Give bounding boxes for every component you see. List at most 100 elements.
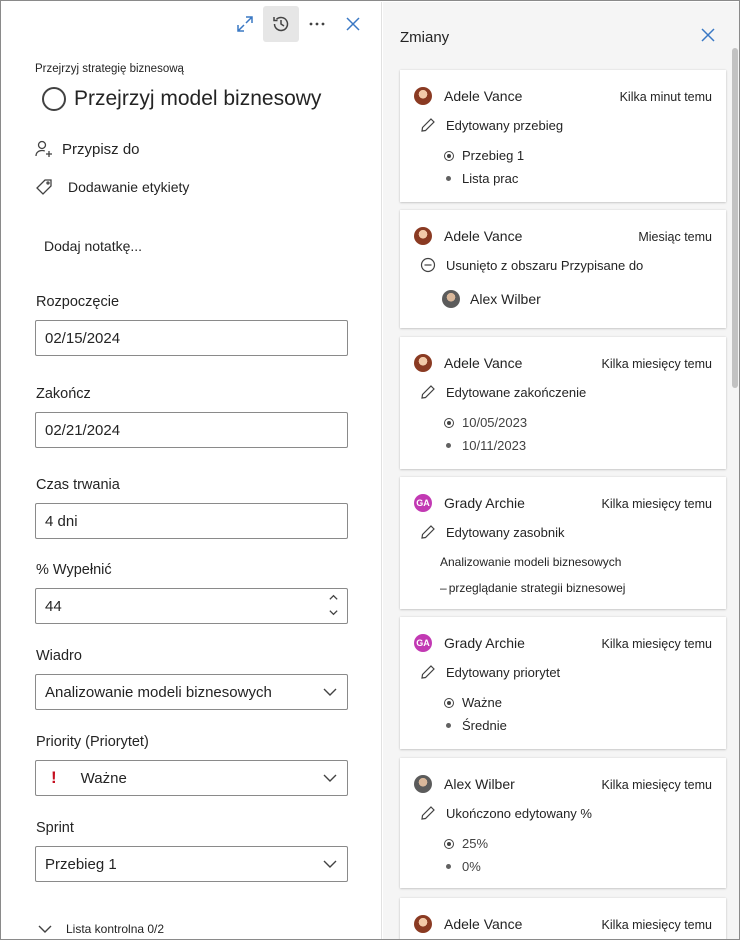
- task-title[interactable]: Przejrzyj model biznesowy: [74, 87, 321, 111]
- removed-person: Alex Wilber: [442, 290, 541, 308]
- change-card-header: GA Grady Archie: [414, 634, 525, 652]
- dot-icon: [446, 864, 451, 869]
- change-card: GA Grady Archie Kilka miesięcy temu Edyt…: [400, 617, 726, 749]
- change-to: Lista prac: [444, 171, 518, 186]
- change-to-value: przeglądanie strategii biznesowej: [448, 581, 626, 595]
- change-action-text: Ukończono edytowany %: [446, 805, 592, 821]
- close-icon: [346, 17, 360, 31]
- priority-select[interactable]: ! Ważne: [35, 760, 348, 796]
- change-to: 0%: [444, 859, 481, 874]
- end-date-input[interactable]: 02/21/2024: [35, 412, 348, 448]
- add-label-button[interactable]: Dodawanie etykiety: [34, 177, 189, 197]
- bucket-select[interactable]: Analizowanie modeli biznesowych: [35, 674, 348, 710]
- avatar: [414, 915, 432, 933]
- change-action: Edytowany priorytet: [420, 664, 560, 680]
- complete-checkbox[interactable]: [42, 87, 66, 111]
- title-row: Przejrzyj model biznesowy: [42, 87, 321, 111]
- start-date-value: 02/15/2024: [45, 329, 121, 347]
- change-user: Adele Vance: [444, 88, 523, 104]
- chevron-down-icon: [323, 860, 337, 868]
- more-button[interactable]: [299, 6, 335, 42]
- change-from: Przebieg 1: [444, 148, 524, 163]
- percent-value: 44: [45, 597, 62, 615]
- avatar: [414, 87, 432, 105]
- pencil-icon: [421, 806, 435, 820]
- checklist-toggle[interactable]: Lista kontrolna 0/2: [38, 922, 164, 936]
- priority-value: Ważne: [80, 769, 127, 787]
- change-card-header: Adele Vance: [414, 87, 522, 105]
- change-from-value: 25%: [462, 836, 489, 851]
- change-card-header: Adele Vance: [414, 354, 522, 372]
- changes-title: Zmiany: [400, 29, 450, 46]
- start-label: Rozpoczęcie: [36, 294, 120, 310]
- sprint-label: Sprint: [36, 820, 74, 836]
- chevron-down-icon: [323, 774, 337, 782]
- change-action: Edytowane zakończenie: [420, 384, 586, 400]
- change-time: Kilka miesięcy temu: [601, 637, 712, 651]
- history-button[interactable]: [263, 6, 299, 42]
- duration-value: 4 dni: [45, 512, 78, 530]
- sprint-value: Przebieg 1: [45, 855, 117, 873]
- change-user: Alex Wilber: [444, 776, 515, 792]
- percent-label: % Wypełnić: [36, 562, 112, 578]
- pencil-icon: [421, 385, 435, 399]
- expand-icon: [237, 16, 253, 32]
- change-to: Średnie: [444, 718, 507, 733]
- change-time: Kilka miesięcy temu: [601, 918, 712, 932]
- change-card-header: GA Grady Archie: [414, 494, 525, 512]
- change-action: Ukończono edytowany %: [420, 805, 592, 821]
- dot-icon: [446, 723, 451, 728]
- duration-input[interactable]: 4 dni: [35, 503, 348, 539]
- change-from: Analizowanie modeli biznesowych: [440, 555, 621, 569]
- change-from: 25%: [444, 836, 488, 851]
- change-from: Ważne: [444, 695, 502, 710]
- add-label-text: Dodawanie etykiety: [68, 179, 190, 195]
- bucket-label: Wiadro: [36, 648, 82, 664]
- change-to-value: 0%: [462, 859, 481, 874]
- change-from-value: 10/05/2023: [462, 415, 528, 430]
- change-time: Kilka miesięcy temu: [601, 497, 712, 511]
- change-from-value: Przebieg 1: [462, 148, 525, 163]
- priority-important-icon: !: [51, 768, 57, 787]
- avatar: [414, 775, 432, 793]
- change-time: Kilka miesięcy temu: [601, 778, 712, 792]
- change-to: 10/11/2023: [444, 438, 526, 453]
- change-action-text: Edytowane zakończenie: [446, 384, 587, 400]
- tag-icon: [36, 179, 52, 195]
- close-icon[interactable]: [699, 26, 717, 44]
- radio-icon: [444, 417, 454, 428]
- remove-circle-icon: [420, 257, 436, 273]
- removed-person-name: Alex Wilber: [470, 291, 541, 307]
- percent-input[interactable]: 44: [35, 588, 348, 624]
- chevron-down-icon: [323, 688, 337, 696]
- more-icon: [309, 22, 325, 26]
- chevron-up-icon[interactable]: [328, 592, 339, 603]
- change-action: Edytowany zasobnik: [420, 524, 565, 540]
- assign-label: Przypisz do: [62, 140, 140, 158]
- scrollbar[interactable]: [732, 48, 738, 388]
- duration-label: Czas trwania: [36, 477, 120, 493]
- expand-button[interactable]: [227, 6, 263, 42]
- breadcrumb[interactable]: Przejrzyj strategię biznesową: [35, 63, 184, 75]
- add-note-field[interactable]: Dodaj notatkę...: [44, 238, 142, 254]
- change-card: Adele Vance Kilka miesięcy temu: [400, 898, 726, 939]
- chevron-down-icon[interactable]: [328, 607, 339, 618]
- change-card: Alex Wilber Kilka miesięcy temu Ukończon…: [400, 758, 726, 888]
- start-date-input[interactable]: 02/15/2024: [35, 320, 348, 356]
- close-button[interactable]: [335, 6, 371, 42]
- end-label: Zakończ: [36, 386, 91, 402]
- assign-button[interactable]: Przypisz do: [34, 139, 140, 159]
- avatar: [442, 290, 460, 308]
- change-action: Usunięto z obszaru Przypisane do: [420, 257, 643, 273]
- change-action-text: Edytowany priorytet: [446, 664, 561, 680]
- pencil-icon: [421, 118, 435, 132]
- end-date-value: 02/21/2024: [45, 421, 121, 439]
- change-time: Miesiąc temu: [638, 230, 712, 244]
- change-card-header: Alex Wilber: [414, 775, 515, 793]
- priority-label: Priority (Priorytet): [36, 734, 149, 750]
- avatar: GA: [414, 494, 432, 512]
- sprint-select[interactable]: Przebieg 1: [35, 846, 348, 882]
- change-user: Adele Vance: [444, 916, 523, 932]
- pencil-icon: [421, 665, 435, 679]
- change-user: Grady Archie: [444, 635, 525, 651]
